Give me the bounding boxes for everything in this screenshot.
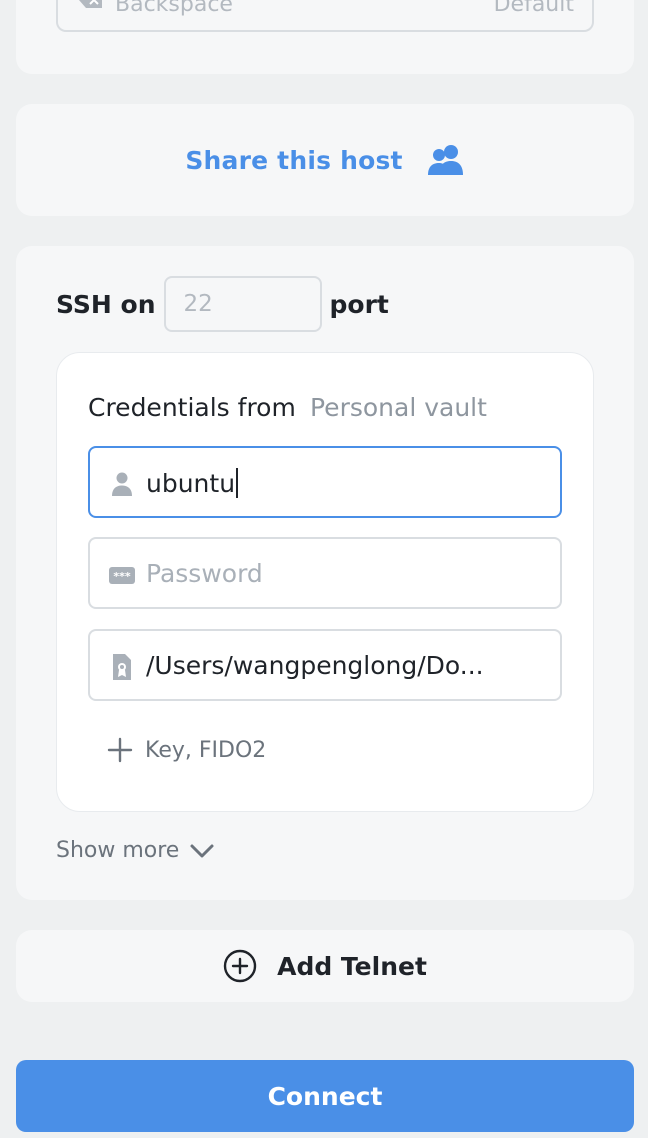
text-caret [236,468,239,498]
add-telnet-label: Add Telnet [277,951,427,981]
backspace-value: Default [493,0,574,17]
svg-text:***: *** [113,570,131,583]
connect-button[interactable]: Connect [16,1060,634,1132]
key-path-value: /Users/wangpenglong/Do... [146,651,484,680]
add-telnet-button[interactable]: Add Telnet [16,930,634,1002]
users-icon [427,145,463,175]
password-field[interactable]: *** [88,537,562,609]
ssh-card: SSH on port Credentials from Personal va… [16,246,634,900]
backspace-label: Backspace [115,0,233,17]
ssh-port-row: SSH on port [56,276,389,332]
key-field[interactable]: /Users/wangpenglong/Do... [88,629,562,701]
ssh-prefix: SSH on [56,289,156,319]
add-key-label: Key, FIDO2 [145,737,267,763]
credentials-card: Credentials from Personal vault ubuntu *… [56,352,594,812]
show-more-label: Show more [56,838,180,863]
password-icon: *** [109,567,135,584]
port-input[interactable] [163,276,322,332]
keyboard-settings-card: Backspace Default [16,0,634,74]
show-more-button[interactable]: Show more [56,838,215,863]
ssh-suffix: port [329,289,389,319]
user-icon [112,472,132,496]
key-file-icon [113,654,131,680]
username-input[interactable]: ubuntu [146,468,546,498]
add-key-button[interactable]: Key, FIDO2 [107,737,266,763]
credentials-source-link[interactable]: Personal vault [310,393,487,422]
telnet-card: Add Telnet [16,930,634,1002]
share-card: Share this host [16,104,634,216]
share-host-button[interactable]: Share this host [16,104,634,216]
password-input[interactable] [146,549,546,597]
share-host-label: Share this host [185,145,403,175]
credentials-title: Credentials from [88,393,296,422]
username-field[interactable]: ubuntu [88,446,562,518]
plus-icon [107,737,133,763]
chevron-down-icon [190,844,214,857]
plus-circle-icon [223,949,257,983]
backspace-icon [79,0,102,8]
backspace-select[interactable]: Backspace Default [56,0,594,32]
